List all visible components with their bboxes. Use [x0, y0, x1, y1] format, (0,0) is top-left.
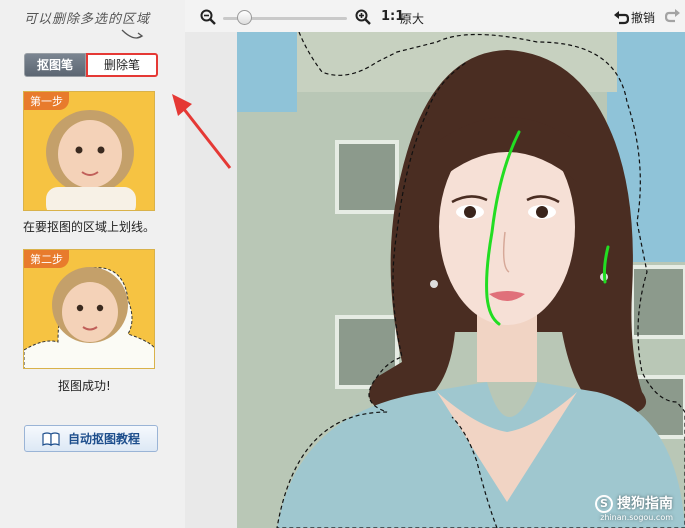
step-one-image: 第一步 — [23, 91, 155, 211]
editing-canvas[interactable]: S 搜狗指南 zhinan.sogou.com — [185, 32, 685, 528]
cutout-pen-button[interactable]: 抠图笔 — [24, 53, 86, 77]
portrait-illustration — [237, 32, 685, 528]
step-one-badge: 第一步 — [24, 92, 69, 110]
zoom-in-icon[interactable] — [355, 9, 371, 25]
tool-switch: 抠图笔 删除笔 — [24, 53, 158, 77]
zoom-out-icon[interactable] — [200, 9, 216, 25]
step-two-badge: 第二步 — [24, 250, 69, 268]
undo-label: 撤销 — [631, 11, 656, 25]
undo-icon — [614, 10, 629, 24]
curved-arrow-icon — [121, 29, 144, 39]
undo-button[interactable]: 撤销 — [613, 9, 655, 26]
eraser-pen-button[interactable]: 删除笔 — [86, 53, 158, 77]
step-two-caption: 抠图成功! — [58, 379, 111, 393]
annotation-arrow-icon — [172, 94, 232, 169]
step-one-caption: 在要抠图的区域上划线。 — [23, 220, 156, 234]
book-icon — [42, 431, 60, 446]
hint-text: 可以删除多选的区域 — [24, 12, 151, 27]
step-two-image: 第二步 — [23, 249, 155, 369]
watermark-text: 搜狗指南 — [617, 496, 673, 512]
portrait-photo[interactable]: S 搜狗指南 zhinan.sogou.com — [237, 32, 685, 528]
tutorial-label: 自动抠图教程 — [67, 432, 140, 446]
sogou-logo-icon: S — [595, 495, 613, 513]
watermark-url: zhinan.sogou.com — [600, 513, 673, 522]
left-panel: 可以删除多选的区域 抠图笔 删除笔 第一步 在要抠图的区域上划线。 第二步 抠图… — [0, 0, 185, 528]
redo-icon[interactable] — [665, 9, 681, 23]
original-size-button[interactable]: 原大 — [400, 10, 424, 27]
zoom-slider-thumb[interactable] — [237, 10, 252, 25]
watermark: S 搜狗指南 zhinan.sogou.com — [595, 493, 673, 522]
auto-cutout-tutorial-button[interactable]: 自动抠图教程 — [24, 425, 158, 452]
toolbar: 1:1 原大 撤销 — [185, 0, 685, 32]
